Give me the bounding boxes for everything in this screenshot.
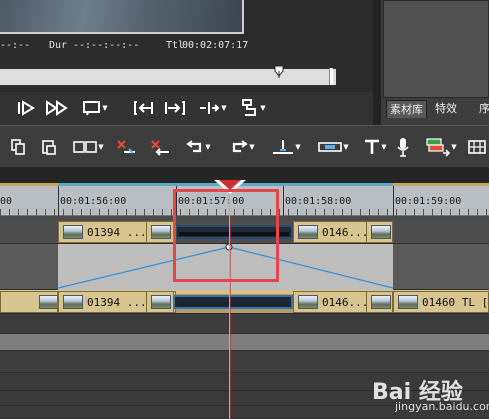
clip-thumbnail <box>398 295 418 309</box>
track-separator <box>0 314 489 334</box>
level-icon <box>273 140 294 154</box>
undo-button[interactable]: ▼ <box>180 136 216 158</box>
clip-label: 01460 TL [ <box>422 295 489 309</box>
clip-thumbnail <box>298 225 318 239</box>
transition-icon <box>318 142 343 152</box>
replace-button[interactable]: ▼ <box>68 136 108 158</box>
set-in-icon <box>134 101 153 115</box>
clip-thumbnail <box>371 295 391 309</box>
dur-timecode: --:--:--:-- <box>73 40 140 51</box>
panel-divider[interactable] <box>373 0 381 125</box>
clip[interactable]: 01460 TL [ <box>393 291 489 313</box>
grid-button[interactable] <box>466 136 488 158</box>
dur-label: Dur <box>49 40 68 51</box>
clip-thumbnail <box>371 225 391 239</box>
ruler-label: 00 <box>0 196 13 207</box>
level-button[interactable]: ▼ <box>266 136 306 158</box>
clip-label: 01394 ... <box>87 295 147 309</box>
preview-monitor-button[interactable]: ▼ <box>80 98 110 118</box>
clip-end-thumbnail[interactable] <box>146 221 174 243</box>
clip-thumbnail <box>151 295 171 309</box>
set-in-button[interactable] <box>130 98 156 118</box>
delete-icon <box>117 140 135 154</box>
set-out-button[interactable] <box>162 98 188 118</box>
clip-label: 0146... <box>322 225 369 239</box>
audio-track-2[interactable] <box>0 351 489 373</box>
preview-monitor-icon <box>83 101 101 116</box>
ruler-label: 00:01:59:00 <box>395 196 462 207</box>
undo-icon <box>186 140 202 153</box>
clip-thumbnail <box>298 295 318 309</box>
fast-forward-button[interactable] <box>44 98 70 118</box>
split-icon <box>200 102 220 114</box>
title-button[interactable]: ▼ <box>360 136 390 158</box>
export-icon <box>426 138 451 157</box>
paste-button[interactable] <box>38 136 60 158</box>
clip-end-thumbnail[interactable] <box>366 221 393 243</box>
clip[interactable] <box>0 291 58 313</box>
in-timecode: --:-- <box>0 40 31 51</box>
copy-icon <box>11 139 25 155</box>
clip-end-thumbnail[interactable] <box>146 291 174 313</box>
preview-video-frame <box>0 0 244 34</box>
replace-icon <box>73 141 98 153</box>
title-icon <box>365 139 380 154</box>
clip-thumbnail <box>39 295 57 309</box>
audio-track-1[interactable] <box>0 334 489 351</box>
export-button[interactable]: ▼ <box>420 136 462 158</box>
preview-scrubber[interactable] <box>0 69 336 85</box>
play-to-out-button[interactable] <box>14 98 38 118</box>
ruler-major-tick <box>283 186 284 216</box>
transition-clip[interactable] <box>173 295 293 309</box>
ruler-label: 00:01:58:00 <box>285 196 352 207</box>
clip-label: 01394 ... <box>87 225 147 239</box>
tab-sequence[interactable]: 序 <box>476 100 489 118</box>
grid-icon <box>468 140 486 154</box>
scrubber-end-handle[interactable] <box>329 68 333 85</box>
clip-end-thumbnail[interactable] <box>366 291 393 313</box>
fast-forward-icon <box>46 100 68 116</box>
transition-button[interactable]: ▼ <box>313 136 353 158</box>
redo-icon <box>233 140 248 153</box>
clip-label: 0146... <box>322 295 369 309</box>
microphone-button[interactable] <box>393 136 413 158</box>
ripple-delete-button[interactable] <box>144 136 176 158</box>
delete-button[interactable] <box>110 136 142 158</box>
ruler-label: 00:01:56:00 <box>60 196 127 207</box>
clip-thumbnail <box>151 225 171 239</box>
redo-button[interactable]: ▼ <box>224 136 260 158</box>
paste-icon <box>42 140 56 155</box>
ruler-major-tick <box>393 186 394 216</box>
highlight-annotation <box>173 189 279 282</box>
snapshot-button[interactable]: ▼ <box>238 98 268 118</box>
scrubber-position-icon[interactable] <box>274 65 284 78</box>
watermark-url: jingyan.baidu.com <box>395 400 489 413</box>
split-button[interactable]: ▼ <box>194 98 230 118</box>
clip-thumbnail <box>63 295 83 309</box>
snapshot-icon <box>242 99 257 116</box>
clip-thumbnail <box>63 225 83 239</box>
asset-panel-content <box>383 0 489 98</box>
tab-effects[interactable]: 特效 <box>432 100 460 118</box>
microphone-icon <box>397 138 409 157</box>
ruler-major-tick <box>58 186 59 216</box>
ripple-delete-icon <box>151 140 169 156</box>
set-out-icon <box>165 101 185 115</box>
tab-asset-bin[interactable]: 素材库 <box>386 100 427 118</box>
play-to-out-icon <box>18 100 35 116</box>
ttl-timecode: 00:02:07:17 <box>182 40 249 51</box>
copy-button[interactable] <box>7 136 29 158</box>
